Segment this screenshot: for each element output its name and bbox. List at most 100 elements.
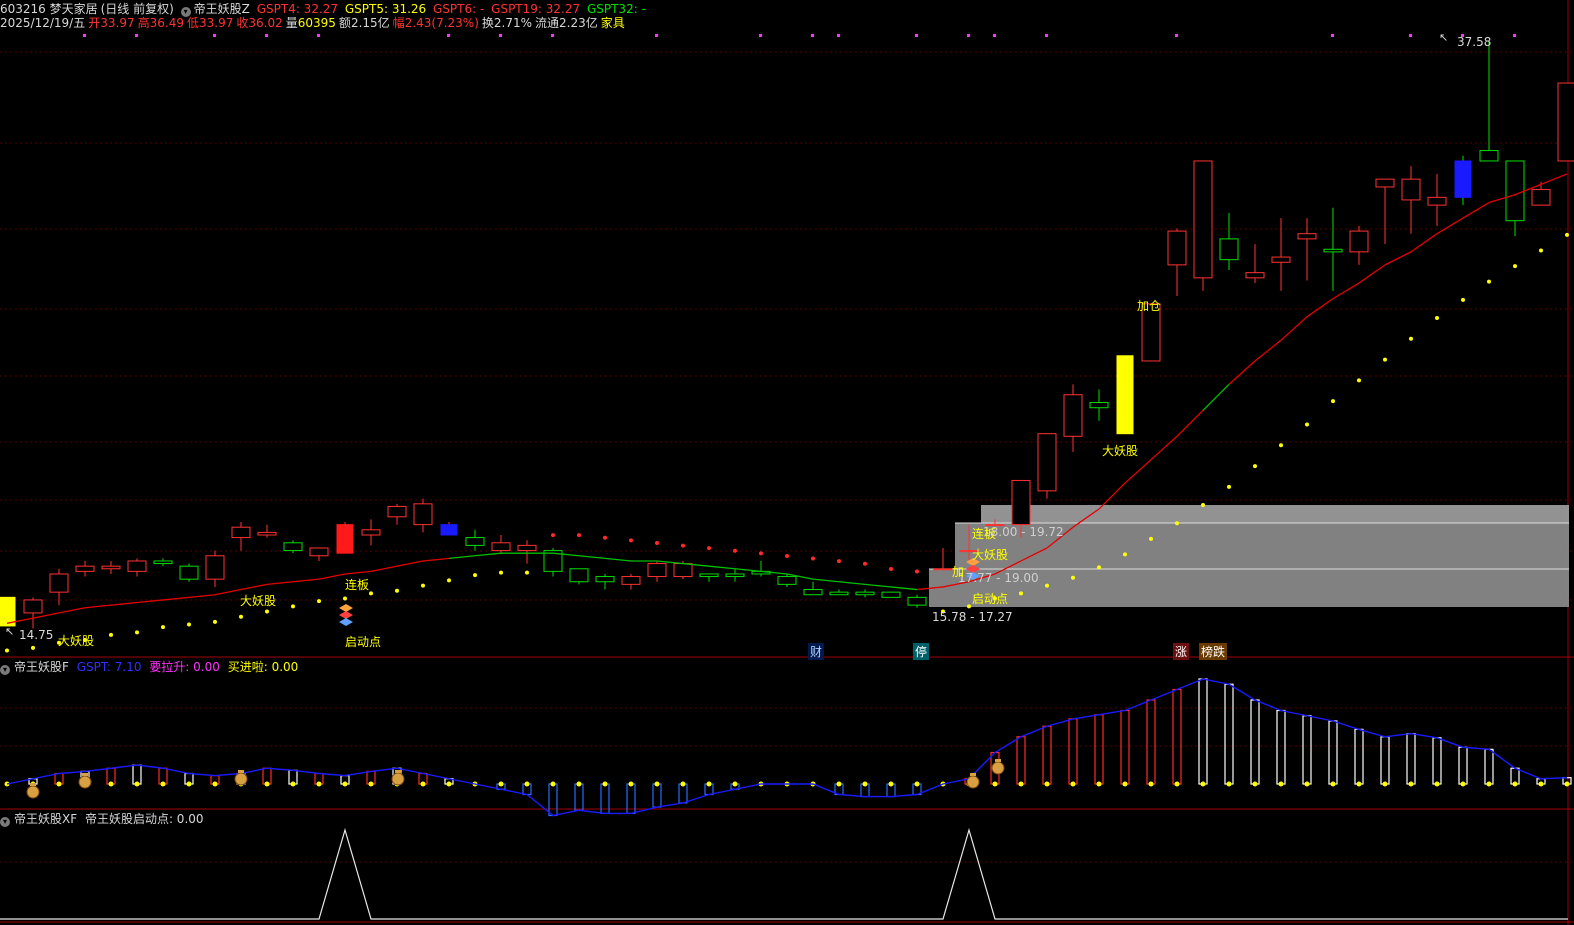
range-label-1: 15.78 - 17.27	[932, 610, 1013, 624]
ma-segment	[890, 586, 918, 591]
f-bar	[574, 783, 584, 811]
tag-zhang[interactable]: 涨	[1173, 643, 1190, 660]
candle-body	[1349, 230, 1369, 253]
tag-ting[interactable]: 停	[913, 643, 930, 660]
candle-body	[101, 565, 121, 570]
support-dot	[1331, 399, 1335, 404]
f-dot	[446, 781, 452, 787]
f-dot	[524, 781, 530, 787]
f-bar	[1198, 678, 1208, 785]
f-bar	[1354, 728, 1364, 785]
candle-body	[153, 560, 173, 565]
support-dot	[343, 596, 347, 601]
candle-body	[1037, 433, 1057, 492]
support-dot	[1565, 232, 1569, 237]
support-dot	[603, 535, 607, 540]
candle-body	[1089, 402, 1109, 409]
support-dot	[889, 566, 893, 571]
support-dot	[1305, 422, 1309, 427]
support-dot	[395, 588, 399, 593]
f-dot	[1486, 781, 1492, 787]
support-dot	[1097, 565, 1101, 570]
f-dot	[1226, 781, 1232, 787]
f-bar	[132, 764, 142, 785]
f-dot	[1070, 781, 1076, 787]
f-dot	[212, 781, 218, 787]
diamond	[339, 618, 353, 626]
range-label-2: 17.77 - 19.00	[958, 571, 1039, 585]
candle-body	[1193, 160, 1213, 279]
f-dot	[290, 781, 296, 787]
candle-body	[1479, 150, 1499, 162]
candle-body	[23, 599, 43, 614]
candle-body	[1167, 230, 1187, 266]
candle-highlight	[440, 524, 458, 536]
ma-segment	[1384, 251, 1412, 266]
money-bag-icon	[26, 783, 40, 799]
candle-body	[309, 547, 329, 557]
candle-body	[881, 591, 901, 598]
top-marker	[135, 34, 138, 37]
top-marker	[551, 34, 554, 37]
support-dot	[1461, 297, 1465, 302]
sub1-menu-icon[interactable]: ▾	[0, 665, 10, 675]
ma-segment	[604, 557, 632, 562]
support-dot	[1435, 316, 1439, 321]
f-dot	[1330, 781, 1336, 787]
candle-body	[413, 503, 433, 526]
bag-body	[26, 785, 40, 799]
top-marker	[447, 34, 450, 37]
candle-highlight	[1454, 160, 1472, 198]
tag-cai[interactable]: 财	[808, 643, 825, 660]
support-dot	[785, 553, 789, 558]
f-dot	[888, 781, 894, 787]
low-price-label: 14.75	[19, 628, 54, 642]
support-dot	[681, 543, 685, 548]
f-bar	[1302, 715, 1312, 785]
annotation-dayaogu-3: 大妖股	[1102, 444, 1139, 458]
ma-segment	[344, 570, 372, 575]
candle-body	[491, 542, 511, 552]
high-price-label: 37.58	[1457, 35, 1492, 49]
f-bar	[1172, 688, 1182, 785]
ma-segment	[422, 557, 450, 562]
sub2-menu-icon[interactable]: ▾	[0, 817, 10, 827]
annotation-qidongdian-1: 启动点	[345, 635, 382, 649]
support-dot	[759, 551, 763, 556]
candle-body	[699, 573, 719, 578]
candle-body	[725, 573, 745, 578]
candle-body	[49, 573, 69, 593]
bag-tie	[970, 773, 976, 776]
sub2-header: ▾ 帝王妖股XF 帝王妖股启动点: 0.00	[0, 812, 208, 827]
support-dot	[265, 609, 269, 614]
bag-body	[234, 772, 248, 786]
support-dot	[187, 622, 191, 627]
top-marker	[967, 34, 970, 37]
candle-body	[257, 531, 277, 536]
kline-chart[interactable]	[0, 0, 1574, 925]
top-marker	[1331, 34, 1334, 37]
support-dot	[317, 599, 321, 604]
annotation-jiacang: 加仓	[1137, 299, 1162, 313]
sub1-indicator-name[interactable]: 帝王妖股F	[14, 660, 69, 674]
candle-body	[569, 568, 589, 583]
money-bag-icon	[391, 770, 405, 786]
f-dot	[1018, 781, 1024, 787]
support-dot	[1253, 464, 1257, 469]
candle-body	[1505, 160, 1525, 222]
tag-bangdie[interactable]: 榜跌	[1199, 643, 1228, 660]
support-dot	[1019, 591, 1023, 596]
sub2-indicator-name[interactable]: 帝王妖股XF	[14, 812, 77, 826]
support-dot	[369, 591, 373, 596]
top-marker	[1175, 34, 1178, 37]
annotation-dayaogu-1: 大妖股	[58, 634, 95, 648]
candle-body	[855, 591, 875, 596]
support-dot	[1409, 336, 1413, 341]
f-dot	[628, 781, 634, 787]
ma-segment	[110, 601, 138, 606]
f-dot	[1382, 781, 1388, 787]
diamond-stack-icon	[339, 604, 353, 626]
f-dot	[1148, 781, 1154, 787]
support-dot	[447, 578, 451, 583]
f-dot	[134, 781, 140, 787]
